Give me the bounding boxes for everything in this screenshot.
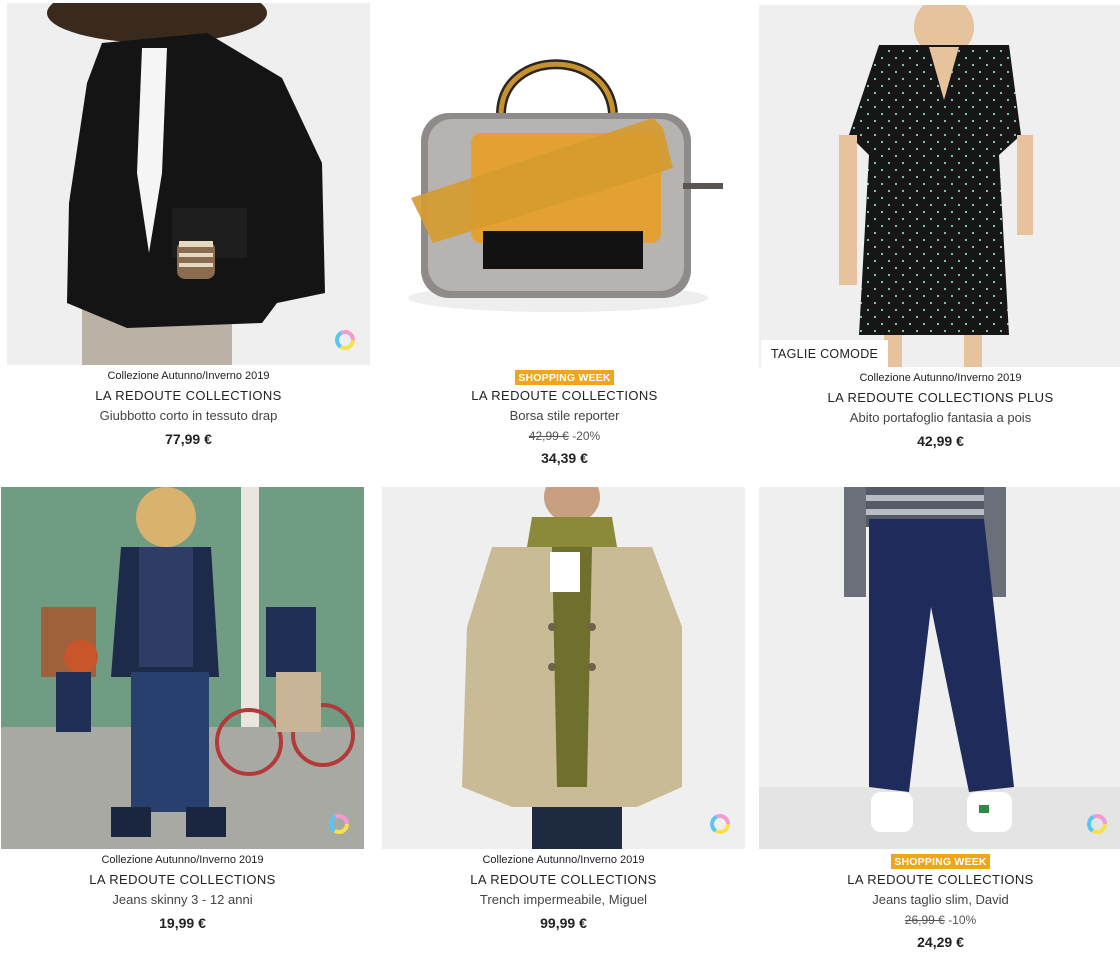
- brand-name[interactable]: LA REDOUTE COLLECTIONS: [383, 386, 746, 406]
- product-info: Collezione Autunno/Inverno 2019 LA REDOU…: [759, 369, 1120, 453]
- product-price: 19,99 €: [159, 915, 206, 931]
- shopping-week-badge: SHOPPING WEEK: [891, 854, 990, 869]
- discount-label: -20%: [572, 429, 601, 443]
- collection-label: Collezione Autunno/Inverno 2019: [859, 372, 1022, 384]
- product-title[interactable]: Abito portafoglio fantasia a pois: [759, 408, 1120, 428]
- slim-jeans-photo-icon: [759, 487, 1120, 849]
- collection-label: Collezione Autunno/Inverno 2019: [482, 854, 645, 866]
- brand-name[interactable]: LA REDOUTE COLLECTIONS: [382, 870, 745, 890]
- trench-coat-photo-icon: [382, 487, 745, 849]
- product-title[interactable]: Jeans skinny 3 - 12 anni: [1, 890, 364, 910]
- product-image[interactable]: TAGLIE COMODE: [759, 5, 1120, 367]
- promo-badge-row: SHOPPING WEEK: [383, 367, 746, 386]
- product-title[interactable]: Giubbotto corto in tessuto drap: [7, 406, 370, 426]
- product-image[interactable]: [383, 3, 746, 365]
- product-card[interactable]: TAGLIE COMODE Collezione Autunno/Inverno…: [759, 5, 1120, 475]
- brand-name[interactable]: LA REDOUTE COLLECTIONS: [759, 870, 1120, 890]
- brand-name[interactable]: LA REDOUTE COLLECTIONS: [7, 386, 370, 406]
- color-swatch-icon[interactable]: [328, 813, 350, 835]
- product-title[interactable]: Jeans taglio slim, David: [759, 890, 1120, 910]
- product-image[interactable]: [382, 487, 745, 849]
- product-card[interactable]: SHOPPING WEEK LA REDOUTE COLLECTIONS Bor…: [383, 3, 746, 473]
- product-info: Collezione Autunno/Inverno 2019 LA REDOU…: [382, 851, 745, 935]
- black-jacket-photo-icon: [7, 3, 370, 365]
- product-info: SHOPPING WEEK LA REDOUTE COLLECTIONS Jea…: [759, 851, 1120, 954]
- product-price: 42,99 €: [917, 433, 964, 449]
- color-swatch-icon[interactable]: [334, 329, 356, 351]
- product-title[interactable]: Trench impermeabile, Miguel: [382, 890, 745, 910]
- product-info: SHOPPING WEEK LA REDOUTE COLLECTIONS Bor…: [383, 367, 746, 470]
- product-title[interactable]: Borsa stile reporter: [383, 406, 746, 426]
- promo-badge-row: SHOPPING WEEK: [759, 851, 1120, 870]
- size-tag: TAGLIE COMODE: [761, 340, 889, 367]
- old-price-row: 42,99 € -20%: [383, 426, 746, 446]
- old-price: 26,99 €: [904, 913, 945, 927]
- brand-name[interactable]: LA REDOUTE COLLECTIONS: [1, 870, 364, 890]
- kids-jeans-photo-icon: [1, 487, 364, 849]
- discount-label: -10%: [948, 913, 977, 927]
- reporter-bag-photo-icon: [383, 3, 746, 365]
- product-card[interactable]: SHOPPING WEEK LA REDOUTE COLLECTIONS Jea…: [759, 487, 1120, 957]
- product-card[interactable]: Collezione Autunno/Inverno 2019 LA REDOU…: [7, 3, 370, 473]
- product-info: Collezione Autunno/Inverno 2019 LA REDOU…: [1, 851, 364, 935]
- product-info: Collezione Autunno/Inverno 2019 LA REDOU…: [7, 367, 370, 451]
- color-swatch-icon[interactable]: [1086, 813, 1108, 835]
- shopping-week-badge: SHOPPING WEEK: [515, 370, 614, 385]
- collection-label: Collezione Autunno/Inverno 2019: [107, 370, 270, 382]
- product-card[interactable]: Collezione Autunno/Inverno 2019 LA REDOU…: [382, 487, 745, 957]
- product-image[interactable]: [1, 487, 364, 849]
- product-price: 34,39 €: [541, 450, 588, 466]
- brand-name[interactable]: LA REDOUTE COLLECTIONS PLUS: [759, 388, 1120, 408]
- product-image[interactable]: [759, 487, 1120, 849]
- color-swatch-icon[interactable]: [709, 813, 731, 835]
- product-price: 24,29 €: [917, 934, 964, 950]
- product-price: 77,99 €: [165, 431, 212, 447]
- old-price: 42,99 €: [528, 429, 569, 443]
- product-card[interactable]: Collezione Autunno/Inverno 2019 LA REDOU…: [1, 487, 364, 957]
- product-image[interactable]: [7, 3, 370, 365]
- collection-label: Collezione Autunno/Inverno 2019: [101, 854, 264, 866]
- polka-dot-dress-photo-icon: [759, 5, 1120, 367]
- product-price: 99,99 €: [540, 915, 587, 931]
- old-price-row: 26,99 € -10%: [759, 910, 1120, 930]
